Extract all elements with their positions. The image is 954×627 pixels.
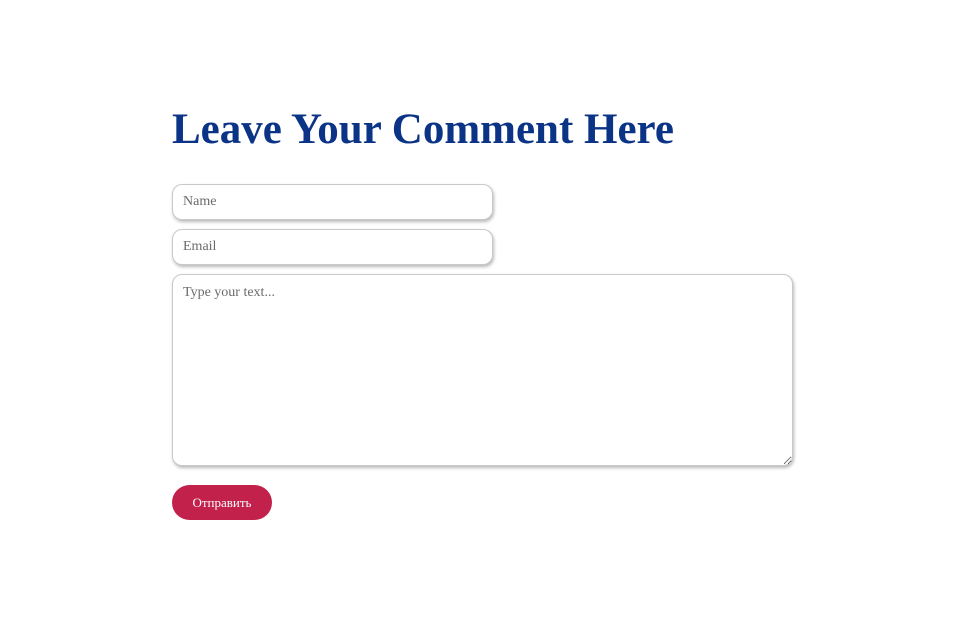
submit-button[interactable]: Отправить <box>172 485 272 520</box>
email-input[interactable] <box>172 229 493 265</box>
name-input[interactable] <box>172 184 493 220</box>
message-textarea[interactable] <box>172 274 793 466</box>
comment-section: Leave Your Comment Here Отправить <box>172 104 793 520</box>
page-title: Leave Your Comment Here <box>172 106 674 153</box>
